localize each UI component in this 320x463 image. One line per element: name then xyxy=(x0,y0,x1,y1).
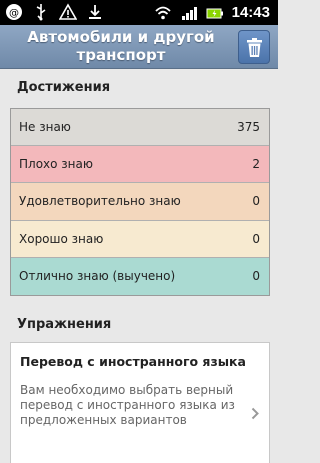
achievement-label: Отлично знаю (выучено) xyxy=(19,268,176,283)
svg-text:@: @ xyxy=(9,8,19,19)
achievement-label: Плохо знаю xyxy=(19,157,93,172)
exercise-description: Вам необходимо выбрать верный перевод с … xyxy=(20,383,235,427)
achievement-label: Не знаю xyxy=(19,120,71,134)
achievement-count: 375 xyxy=(237,120,260,134)
achievement-label: Удовлетворительно знаю xyxy=(19,194,181,209)
mail-icon: @ xyxy=(6,4,22,20)
achievement-count: 0 xyxy=(252,231,260,246)
status-bar: @ 14:43 xyxy=(0,0,278,25)
page-title: Автомобили и другой транспорт xyxy=(27,28,215,64)
achievement-count: 2 xyxy=(252,157,260,172)
battery-icon xyxy=(206,8,223,18)
download-icon xyxy=(89,5,101,19)
achievement-count: 0 xyxy=(252,194,260,209)
usb-icon xyxy=(36,4,46,21)
achievement-count: 0 xyxy=(252,268,260,283)
achievement-row-excellent[interactable]: Отлично знаю (выучено) 0 xyxy=(11,257,269,295)
exercise-title: Перевод с иностранного языка xyxy=(20,354,246,369)
clock: 14:43 xyxy=(231,4,270,21)
exercises-section-title: Упражнения xyxy=(17,317,112,332)
achievement-row-unknown[interactable]: Не знаю 375 xyxy=(11,109,269,147)
achievement-row-poor[interactable]: Плохо знаю 2 xyxy=(11,146,269,184)
wifi-icon xyxy=(154,6,171,19)
achievements-table: Не знаю 375 Плохо знаю 2 Удовлетворитель… xyxy=(10,108,270,296)
title-bar: Автомобили и другой транспорт xyxy=(0,25,278,69)
delete-button[interactable] xyxy=(238,30,270,64)
achievement-row-good[interactable]: Хорошо знаю 0 xyxy=(11,220,269,258)
signal-icon xyxy=(181,6,197,20)
achievement-row-satisfactory[interactable]: Удовлетворительно знаю 0 xyxy=(11,183,269,221)
achievements-section-title: Достижения xyxy=(17,80,111,95)
exercise-item-translation[interactable]: Перевод с иностранного языка Вам необход… xyxy=(10,342,270,463)
trash-icon xyxy=(247,38,262,57)
achievement-label: Хорошо знаю xyxy=(19,231,104,246)
chevron-right-icon xyxy=(251,407,259,420)
warning-icon xyxy=(59,3,77,20)
